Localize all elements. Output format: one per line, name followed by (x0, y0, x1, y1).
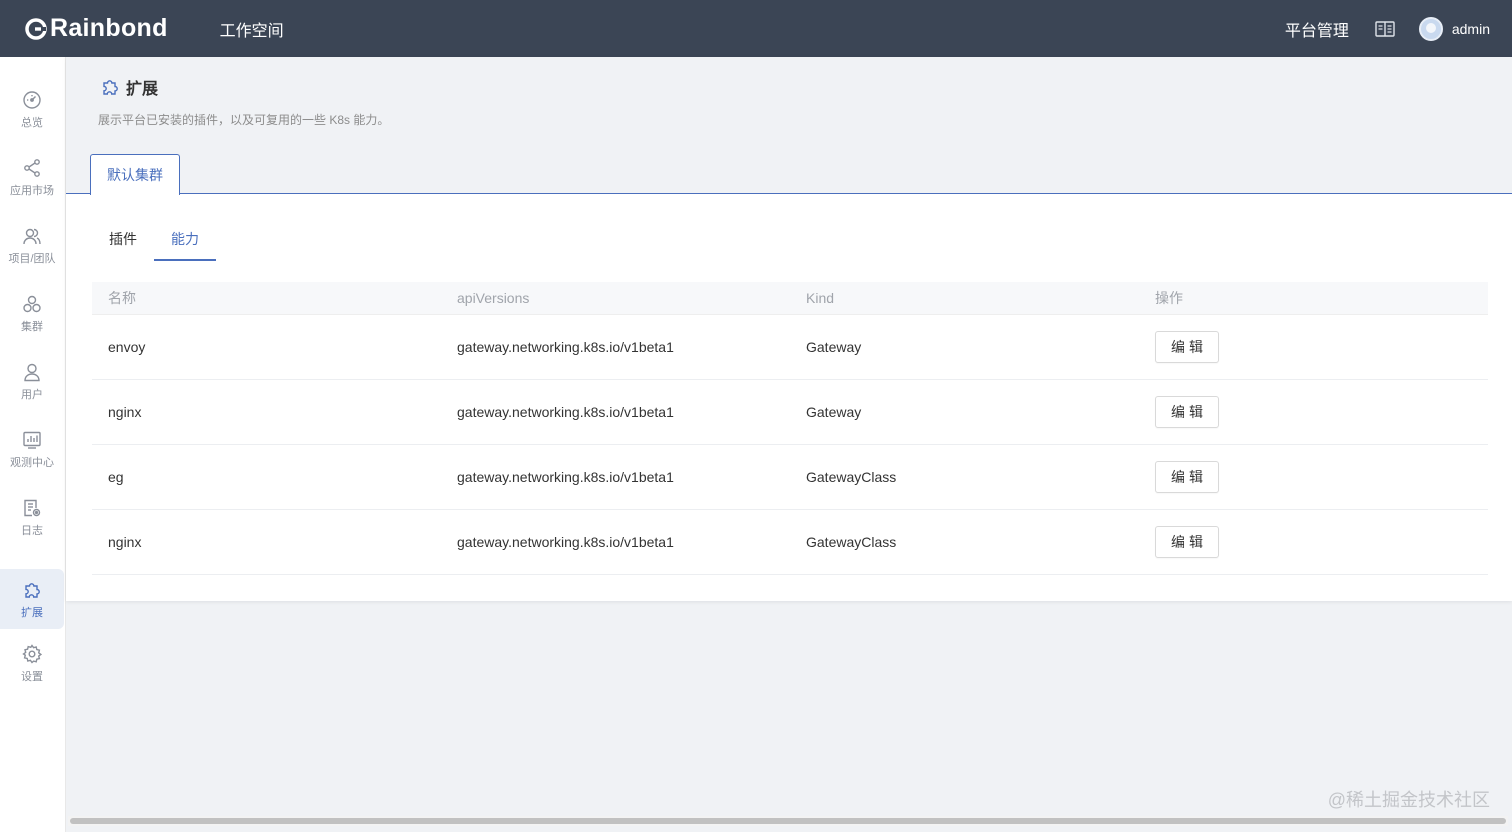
tab-capabilities[interactable]: 能力 (154, 229, 216, 261)
logo-text: Rainbond (50, 14, 168, 43)
tab-default-cluster[interactable]: 默认集群 (90, 154, 180, 195)
sidebar-item-settings[interactable]: 设置 (0, 633, 64, 693)
cell-name: nginx (92, 404, 441, 420)
user-icon (21, 361, 43, 383)
sidebar-item-label: 集群 (21, 318, 43, 334)
team-icon (21, 225, 43, 247)
edit-button[interactable]: 编辑 (1155, 461, 1219, 493)
cluster-icon (21, 293, 43, 315)
monitor-icon (21, 429, 43, 451)
sidebar-item-label: 应用市场 (10, 182, 54, 198)
table-row: envoy gateway.networking.k8s.io/v1beta1 … (92, 315, 1488, 380)
sub-tabs: 插件 能力 (92, 229, 216, 261)
rainbond-logo-icon (24, 17, 48, 41)
cell-kind: GatewayClass (790, 469, 1139, 485)
username[interactable]: admin (1452, 21, 1490, 37)
table-row: eg gateway.networking.k8s.io/v1beta1 Gat… (92, 445, 1488, 510)
cell-api-version: gateway.networking.k8s.io/v1beta1 (441, 534, 790, 550)
page-title-text: 扩展 (126, 75, 158, 99)
cell-name: envoy (92, 339, 441, 355)
sidebar-item-observability[interactable]: 观测中心 (0, 419, 64, 479)
page-header: 扩展 展示平台已安装的插件，以及可复用的一些 K8s 能力。 默认集群 (66, 57, 1512, 194)
platform-management-link[interactable]: 平台管理 (1285, 17, 1349, 41)
dashboard-icon (21, 89, 43, 111)
sidebar-item-label: 扩展 (21, 604, 43, 620)
sidebar-item-users[interactable]: 用户 (0, 351, 64, 411)
sidebar-item-cluster[interactable]: 集群 (0, 283, 64, 343)
tab-divider (66, 193, 1512, 194)
sidebar-item-label: 观测中心 (10, 454, 54, 470)
horizontal-scrollbar[interactable] (68, 816, 1508, 826)
sidebar-item-label: 日志 (21, 522, 43, 538)
table-row: nginx gateway.networking.k8s.io/v1beta1 … (92, 510, 1488, 575)
docs-book-icon[interactable] (1375, 21, 1395, 37)
column-header-kind: Kind (790, 290, 1139, 306)
capabilities-table: 名称 apiVersions Kind 操作 envoy gateway.net… (92, 282, 1488, 575)
sidebar-item-label: 设置 (21, 668, 43, 684)
cell-api-version: gateway.networking.k8s.io/v1beta1 (441, 404, 790, 420)
edit-button[interactable]: 编辑 (1155, 331, 1219, 363)
cell-kind: Gateway (790, 339, 1139, 355)
cell-name: nginx (92, 534, 441, 550)
sidebar-item-teams[interactable]: 项目/团队 (0, 215, 64, 275)
sidebar-item-overview[interactable]: 总览 (0, 79, 64, 139)
page-description: 展示平台已安装的插件，以及可复用的一些 K8s 能力。 (98, 111, 389, 128)
column-header-actions: 操作 (1139, 288, 1488, 308)
sidebar: 总览 应用市场 项目/团队 集群 用户 观测中心 日志 (0, 57, 66, 832)
sidebar-item-label: 总览 (21, 114, 43, 130)
sidebar-item-logs[interactable]: 日志 (0, 487, 64, 547)
tab-plugins[interactable]: 插件 (92, 229, 154, 261)
table-row: nginx gateway.networking.k8s.io/v1beta1 … (92, 380, 1488, 445)
sidebar-item-extensions[interactable]: 扩展 (0, 569, 64, 629)
sidebar-item-label: 用户 (21, 386, 43, 402)
workspace-link[interactable]: 工作空间 (220, 17, 284, 41)
column-header-name: 名称 (92, 288, 441, 308)
scrollbar-thumb[interactable] (70, 818, 1506, 824)
puzzle-icon (21, 579, 43, 601)
table-header: 名称 apiVersions Kind 操作 (92, 282, 1488, 315)
avatar[interactable] (1419, 17, 1443, 41)
cell-api-version: gateway.networking.k8s.io/v1beta1 (441, 339, 790, 355)
sidebar-item-app-market[interactable]: 应用市场 (0, 147, 64, 207)
log-icon (21, 497, 43, 519)
gear-icon (21, 643, 43, 665)
cell-kind: Gateway (790, 404, 1139, 420)
sidebar-item-label: 项目/团队 (8, 250, 55, 266)
share-icon (21, 157, 43, 179)
edit-button[interactable]: 编辑 (1155, 526, 1219, 558)
rainbond-logo[interactable]: Rainbond (24, 14, 168, 43)
cell-api-version: gateway.networking.k8s.io/v1beta1 (441, 469, 790, 485)
main-content: 扩展 展示平台已安装的插件，以及可复用的一些 K8s 能力。 默认集群 插件 能… (66, 57, 1512, 601)
watermark: @稀土掘金技术社区 (1328, 786, 1490, 812)
cell-name: eg (92, 469, 441, 485)
page-title: 扩展 (100, 75, 158, 99)
top-header: Rainbond 工作空间 平台管理 admin (0, 0, 1512, 57)
puzzle-icon (100, 77, 120, 97)
column-header-api-versions: apiVersions (441, 290, 790, 306)
edit-button[interactable]: 编辑 (1155, 396, 1219, 428)
cell-kind: GatewayClass (790, 534, 1139, 550)
